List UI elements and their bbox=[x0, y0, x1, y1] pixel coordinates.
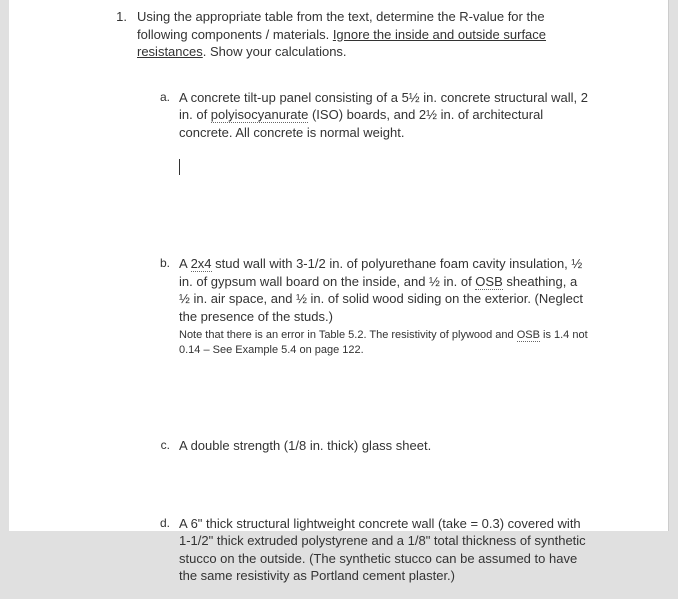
question-number: 1. bbox=[109, 8, 137, 599]
question-intro-tail: . Show your calculations. bbox=[203, 44, 347, 59]
document-page: 1. Using the appropriate table from the … bbox=[9, 0, 669, 531]
item-b-note: Note that there is an error in Table 5.2… bbox=[179, 328, 588, 357]
sub-content-b: A 2x4 stud wall with 3-1/2 in. of polyur… bbox=[179, 255, 588, 357]
item-c-text: A double strength (1/8 in. thick) glass … bbox=[179, 438, 431, 453]
sub-content-a: A concrete tilt-up panel consisting of a… bbox=[179, 89, 588, 176]
sub-label-b: b. bbox=[157, 255, 179, 357]
sub-content-c: A double strength (1/8 in. thick) glass … bbox=[179, 437, 588, 455]
question-block: 1. Using the appropriate table from the … bbox=[109, 8, 588, 599]
sub-item-a: a. A concrete tilt-up panel consisting o… bbox=[157, 89, 588, 176]
sub-label-c: c. bbox=[157, 437, 179, 455]
item-b-note-term: OSB bbox=[517, 329, 540, 342]
item-b-part1: A bbox=[179, 256, 191, 271]
item-b-term1: 2x4 bbox=[191, 256, 212, 272]
sub-label-a: a. bbox=[157, 89, 179, 176]
item-b-term2: OSB bbox=[475, 274, 502, 290]
item-d-part1: A 6" thick structural lightweight concre… bbox=[179, 516, 470, 531]
item-a-term: polyisocyanurate bbox=[211, 107, 309, 123]
sub-item-d: d. A 6" thick structural lightweight con… bbox=[157, 515, 588, 585]
question-body: Using the appropriate table from the tex… bbox=[137, 8, 588, 599]
sub-item-b: b. A 2x4 stud wall with 3-1/2 in. of pol… bbox=[157, 255, 588, 357]
sub-item-c: c. A double strength (1/8 in. thick) gla… bbox=[157, 437, 588, 455]
text-cursor-icon bbox=[179, 159, 180, 175]
item-b-note1: Note that there is an error in Table 5.2… bbox=[179, 329, 517, 341]
sub-items: a. A concrete tilt-up panel consisting o… bbox=[137, 89, 588, 585]
sub-label-d: d. bbox=[157, 515, 179, 585]
sub-content-d: A 6" thick structural lightweight concre… bbox=[179, 515, 588, 585]
